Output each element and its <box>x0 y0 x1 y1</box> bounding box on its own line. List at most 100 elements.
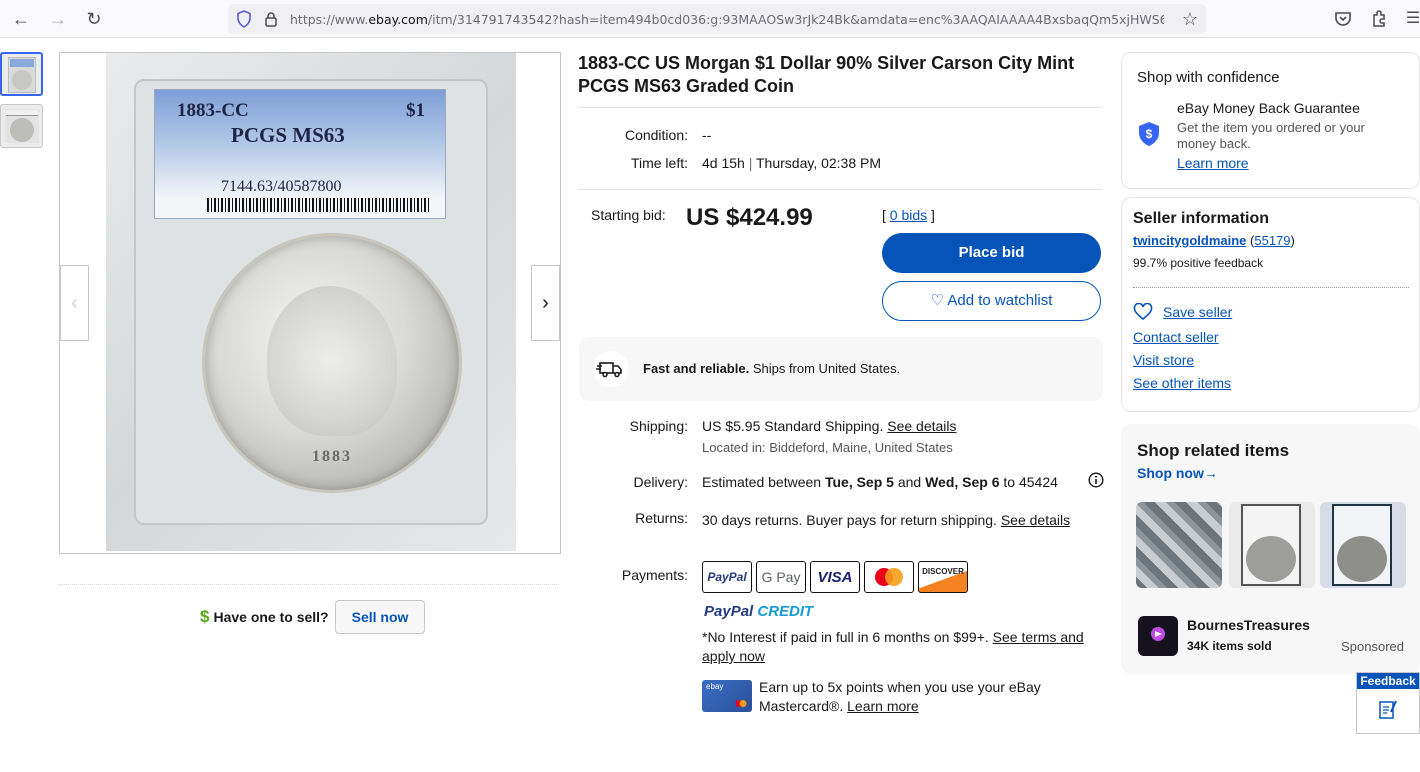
related-coin <box>1337 536 1387 582</box>
mastercard-mini-icon <box>735 700 747 707</box>
label-grade: PCGS MS63 <box>231 123 345 147</box>
sell-one-row: $ Have one to sell? Sell now <box>200 600 426 634</box>
seller-name-link[interactable]: twincitygoldmaine <box>1133 233 1246 248</box>
label-denomination: $1 <box>406 100 425 121</box>
returns-label: Returns: <box>635 510 688 526</box>
place-bid-button[interactable]: Place bid <box>882 233 1101 273</box>
bookmark-star-icon[interactable]: ☆ <box>1182 9 1198 30</box>
previous-image-button[interactable]: ‹ <box>60 265 89 341</box>
shop-now-link[interactable]: Shop now→ <box>1137 465 1218 481</box>
paypal-credit-word-1: PayPal <box>704 603 754 620</box>
coin: 1883 <box>202 233 462 493</box>
guarantee-learn-more-link[interactable]: Learn more <box>1177 155 1249 171</box>
paypal-credit-logo: PayPal CREDIT <box>704 603 813 620</box>
store-avatar[interactable] <box>1138 616 1178 656</box>
thumbnail-label <box>10 59 34 67</box>
visa-logo: VISA <box>810 561 860 593</box>
ebay-mastercard-image: ebay <box>702 680 752 712</box>
returns-policy: 30 days returns. Buyer pays for return s… <box>702 512 1001 528</box>
shipping-label: Shipping: <box>629 418 688 434</box>
credit-text: *No Interest if paid in full in 6 months… <box>702 629 993 645</box>
browser-toolbar: ← → ↻ https://www.ebay.com/itm/314791743… <box>0 0 1420 38</box>
delivery-end-date: Wed, Sep 6 <box>925 474 1000 490</box>
shipping-price: US $5.95 <box>702 418 761 434</box>
starting-bid-label: Starting bid: <box>591 207 666 223</box>
seller-title: Seller information <box>1133 210 1270 227</box>
confidence-title: Shop with confidence <box>1137 69 1280 86</box>
pocket-icon[interactable] <box>1333 9 1353 29</box>
feedback-label: Feedback <box>1357 673 1419 689</box>
store-items-sold: 34K items sold <box>1187 639 1272 653</box>
auction-end-time: Thursday, 02:38 PM <box>756 155 882 171</box>
thumbnail-1[interactable] <box>0 52 43 96</box>
thumbnail-coin <box>10 118 34 142</box>
returns-details-link[interactable]: See details <box>1001 512 1070 528</box>
coin-slab-image: 1883-CC $1 PCGS MS63 7144.63/40587800 18… <box>106 53 516 551</box>
next-image-button[interactable]: › <box>531 265 560 341</box>
bids-link[interactable]: 0 bids <box>890 207 927 223</box>
tracking-shield-icon[interactable] <box>236 10 252 28</box>
contact-seller-link[interactable]: Contact seller <box>1133 329 1219 345</box>
forward-icon[interactable]: → <box>45 7 71 31</box>
extensions-icon[interactable] <box>1369 9 1389 29</box>
sell-now-button[interactable]: Sell now <box>334 600 426 634</box>
shipping-banner: Fast and reliable. Ships from United Sta… <box>579 337 1103 401</box>
paypal-credit-terms: *No Interest if paid in full in 6 months… <box>702 628 1102 666</box>
truck-icon <box>593 351 629 387</box>
main-product-image[interactable]: 1883-CC $1 PCGS MS63 7144.63/40587800 18… <box>59 52 561 554</box>
guarantee-text: Get the item you ordered or your money b… <box>1177 120 1365 151</box>
bid-count: [ 0 bids ] <box>882 207 935 223</box>
save-seller-link[interactable]: Save seller <box>1163 304 1232 320</box>
heart-icon: ♡ <box>930 292 945 309</box>
add-to-watchlist-button[interactable]: ♡ Add to watchlist <box>882 281 1101 321</box>
related-item-1[interactable] <box>1136 502 1222 588</box>
url-text[interactable]: https://www.ebay.com/itm/314791743542?ha… <box>290 12 1164 27</box>
delivery-start-date: Tue, Sep 5 <box>824 474 894 490</box>
heart-icon[interactable] <box>1133 303 1153 321</box>
coin-year: 1883 <box>312 448 352 465</box>
label-cert-number: 7144.63/40587800 <box>221 178 342 195</box>
shipping-details-link[interactable]: See details <box>887 418 956 434</box>
seller-score-link[interactable]: 55179 <box>1254 233 1290 248</box>
visit-store-link[interactable]: Visit store <box>1133 352 1194 368</box>
arrow-right-icon: → <box>1203 465 1218 481</box>
shop-related-items: Shop related items Shop now→ BournesTrea… <box>1121 424 1420 674</box>
reload-icon[interactable]: ↻ <box>81 7 107 31</box>
feedback-tab[interactable]: Feedback <box>1356 672 1420 734</box>
learn-more-link[interactable]: Learn more <box>847 698 919 714</box>
shop-now-label: Shop now <box>1137 465 1204 481</box>
paypal-credit-word-2: CREDIT <box>757 603 814 620</box>
lock-icon[interactable] <box>264 11 278 27</box>
store-name[interactable]: BournesTreasures <box>1187 617 1310 633</box>
address-bar[interactable]: https://www.ebay.com/itm/314791743542?ha… <box>228 4 1206 34</box>
feedback-form-icon <box>1379 700 1397 719</box>
label-year: 1883-CC <box>177 100 249 121</box>
related-item-3[interactable] <box>1320 502 1406 588</box>
info-icon[interactable] <box>1088 472 1104 488</box>
chevron-right-icon: › <box>542 292 549 314</box>
thumbnail-label <box>6 110 38 116</box>
back-icon[interactable]: ← <box>8 7 34 31</box>
time-left-value: 4d 15h | Thursday, 02:38 PM <box>702 155 881 171</box>
menu-icon[interactable]: ☰ <box>1400 7 1420 31</box>
grading-label: 1883-CC $1 PCGS MS63 7144.63/40587800 <box>154 89 446 219</box>
mastercard-promo: Earn up to 5x points when you use your e… <box>759 678 1089 716</box>
separator: | <box>748 155 753 171</box>
watchlist-label: Add to watchlist <box>947 292 1053 309</box>
divider <box>1133 287 1409 288</box>
shipping-method: Standard Shipping. <box>760 418 888 434</box>
payments-label: Payments: <box>621 567 688 583</box>
svg-text:$: $ <box>1146 127 1153 141</box>
sponsored-label: Sponsored <box>1341 639 1404 654</box>
related-item-2[interactable] <box>1229 502 1315 588</box>
see-other-items-link[interactable]: See other items <box>1133 375 1231 391</box>
shipping-banner-detail: Ships from United States. <box>749 361 901 376</box>
bid-count-close: ] <box>927 207 935 223</box>
thumbnail-2[interactable] <box>0 104 43 148</box>
shop-with-confidence-card: Shop with confidence $ eBay Money Back G… <box>1121 52 1420 189</box>
seller-name-row: twincitygoldmaine (55179) <box>1133 233 1295 248</box>
google-pay-logo: G Pay <box>756 561 806 593</box>
divider <box>578 189 1102 190</box>
shipping-banner-text: Fast and reliable. Ships from United Sta… <box>643 361 900 376</box>
sell-question: Have one to sell? <box>213 609 329 625</box>
